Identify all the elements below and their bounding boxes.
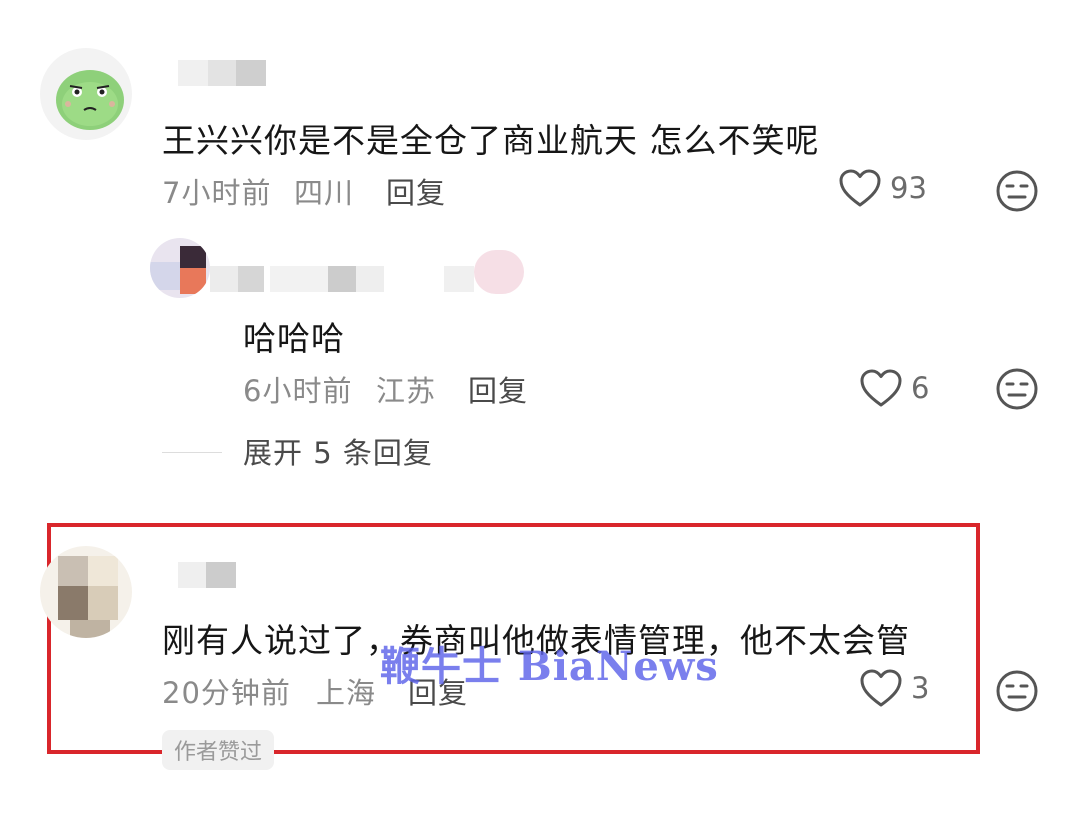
comment-text: 哈哈哈 xyxy=(243,319,345,358)
frog-avatar-icon xyxy=(56,70,124,130)
emoji-reaction-button[interactable] xyxy=(995,669,1039,713)
reply-button[interactable]: 回复 xyxy=(468,368,528,410)
reply-button[interactable]: 回复 xyxy=(386,170,446,212)
like-button[interactable]: 3 xyxy=(859,668,929,708)
avatar-frog[interactable] xyxy=(40,48,132,140)
heart-icon xyxy=(860,369,902,407)
comment-text: 王兴兴你是不是全仓了商业航天 怎么不笑呢 xyxy=(162,121,820,160)
heart-icon xyxy=(860,669,902,707)
comment-time: 20分钟前 xyxy=(162,676,291,710)
emoji-reaction-button[interactable] xyxy=(995,367,1039,411)
like-count: 6 xyxy=(911,371,930,405)
watermark-logo: 鞭牛士 BiaNews xyxy=(380,643,719,690)
heart-icon xyxy=(839,169,881,207)
comment-location: 四川 xyxy=(294,176,355,210)
username-blurred[interactable] xyxy=(210,250,560,294)
like-button[interactable]: 93 xyxy=(838,168,927,208)
neutral-face-icon xyxy=(996,670,1038,712)
like-count: 3 xyxy=(911,671,930,705)
avatar-blurred[interactable] xyxy=(40,546,132,638)
comment-location: 上海 xyxy=(316,676,377,710)
emoji-reaction-button[interactable] xyxy=(995,169,1039,213)
username-blurred[interactable] xyxy=(178,60,268,86)
comment-time: 7小时前 xyxy=(162,176,272,210)
neutral-face-icon xyxy=(996,368,1038,410)
comment-location: 江苏 xyxy=(376,374,437,408)
neutral-face-icon xyxy=(996,170,1038,212)
like-count: 93 xyxy=(890,171,927,205)
avatar-reply[interactable] xyxy=(150,238,210,298)
like-button[interactable]: 6 xyxy=(859,368,929,408)
expand-replies-button[interactable]: 展开 5 条回复 xyxy=(243,430,433,472)
expand-divider xyxy=(162,452,222,453)
author-liked-badge: 作者赞过 xyxy=(162,730,275,770)
username-blurred[interactable] xyxy=(178,562,238,588)
comment-time: 6小时前 xyxy=(243,374,353,408)
